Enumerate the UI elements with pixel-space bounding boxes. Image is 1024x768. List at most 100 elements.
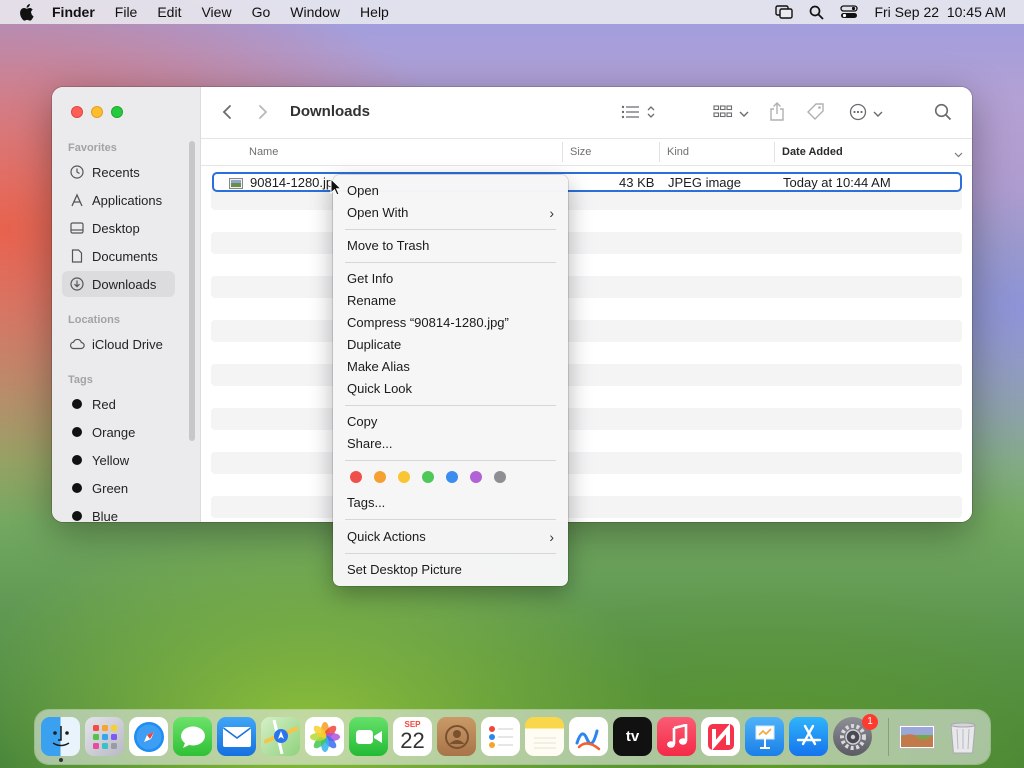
menu-item-quick-actions[interactable]: Quick Actions bbox=[347, 527, 426, 547]
trash-dock-icon[interactable] bbox=[943, 717, 982, 756]
tag-dot-icon bbox=[72, 399, 82, 409]
launchpad-dock-icon[interactable] bbox=[85, 717, 124, 756]
menu-item-open[interactable]: Open bbox=[347, 181, 379, 201]
minimize-window-button[interactable] bbox=[91, 106, 103, 118]
column-header-kind[interactable]: Kind bbox=[667, 146, 689, 158]
tag-gray-button[interactable] bbox=[494, 471, 506, 483]
sidebar-item-recents[interactable]: Recents bbox=[62, 159, 175, 185]
search-button[interactable] bbox=[934, 101, 952, 125]
screen-mirroring-icon[interactable] bbox=[775, 5, 794, 19]
desktop-icon bbox=[69, 220, 85, 236]
tag-purple-button[interactable] bbox=[470, 471, 482, 483]
control-center-icon[interactable] bbox=[840, 5, 859, 19]
tag-blue-button[interactable] bbox=[446, 471, 458, 483]
download-icon bbox=[69, 276, 85, 292]
file-list[interactable]: Name Size Kind Date Added 90814-1280.jp … bbox=[201, 139, 972, 522]
spotlight-search-icon[interactable] bbox=[809, 5, 825, 20]
menu-item-open-with[interactable]: Open With bbox=[347, 203, 554, 223]
menu-item-copy[interactable]: Copy bbox=[347, 412, 377, 432]
sidebar-tag-orange[interactable]: Orange bbox=[62, 419, 175, 445]
notes-dock-icon[interactable] bbox=[525, 717, 564, 756]
menu-item-rename[interactable]: Rename bbox=[347, 291, 396, 311]
column-header-size[interactable]: Size bbox=[570, 146, 591, 158]
menu-go[interactable]: Go bbox=[252, 4, 271, 20]
file-row-selected[interactable]: 90814-1280.jp 43 KB JPEG image Today at … bbox=[212, 172, 962, 192]
edit-tags-button[interactable] bbox=[806, 101, 826, 125]
dock-running-indicator bbox=[59, 758, 63, 762]
apple-menu-icon[interactable] bbox=[18, 3, 38, 21]
sidebar-item-icloud-drive[interactable]: iCloud Drive bbox=[62, 331, 175, 357]
keynote-dock-icon[interactable] bbox=[745, 717, 784, 756]
music-dock-icon[interactable] bbox=[657, 717, 696, 756]
share-icon bbox=[769, 101, 785, 125]
sidebar-tag-green[interactable]: Green bbox=[62, 475, 175, 501]
share-button[interactable] bbox=[769, 101, 785, 125]
mail-dock-icon[interactable] bbox=[217, 717, 256, 756]
photos-dock-icon[interactable] bbox=[305, 717, 344, 756]
menu-item-quick-look[interactable]: Quick Look bbox=[347, 379, 412, 399]
menu-file[interactable]: File bbox=[115, 4, 138, 20]
chevron-down-icon bbox=[739, 106, 749, 121]
menu-item-compress[interactable]: Compress “90814-1280.jpg” bbox=[347, 313, 509, 333]
news-dock-icon[interactable] bbox=[701, 717, 740, 756]
sidebar-tag-yellow[interactable]: Yellow bbox=[62, 447, 175, 473]
menu-item-get-info[interactable]: Get Info bbox=[347, 269, 393, 289]
grid-group-icon bbox=[713, 104, 733, 122]
back-button[interactable] bbox=[221, 101, 233, 125]
tag-dot-icon bbox=[72, 483, 82, 493]
tag-green-button[interactable] bbox=[422, 471, 434, 483]
sidebar-item-applications[interactable]: Applications bbox=[62, 187, 175, 213]
menu-finder[interactable]: Finder bbox=[52, 4, 95, 20]
menu-item-set-desktop-picture[interactable]: Set Desktop Picture bbox=[347, 560, 462, 580]
maps-dock-icon[interactable] bbox=[261, 717, 300, 756]
messages-dock-icon[interactable] bbox=[173, 717, 212, 756]
chevron-updown-icon bbox=[647, 105, 655, 122]
sidebar: Favorites Recents Applications Desktop D… bbox=[52, 87, 201, 522]
menu-item-tags[interactable]: Tags... bbox=[347, 493, 385, 513]
freeform-dock-icon[interactable] bbox=[569, 717, 608, 756]
sidebar-item-label: Recents bbox=[92, 164, 140, 180]
menubar-clock[interactable]: Fri Sep 22 10:45 AM bbox=[874, 4, 1006, 20]
document-icon bbox=[69, 248, 85, 264]
menu-item-duplicate[interactable]: Duplicate bbox=[347, 335, 401, 355]
forward-button[interactable] bbox=[257, 101, 269, 125]
menu-help[interactable]: Help bbox=[360, 4, 389, 20]
action-menu-button[interactable] bbox=[849, 101, 883, 125]
list-view-button[interactable] bbox=[621, 101, 655, 125]
menu-bar: Finder File Edit View Go Window Help Fri… bbox=[0, 0, 1024, 24]
column-header-date-added[interactable]: Date Added bbox=[782, 146, 843, 158]
sidebar-tag-blue[interactable]: Blue bbox=[62, 503, 175, 522]
zoom-window-button[interactable] bbox=[111, 106, 123, 118]
finder-dock-icon[interactable] bbox=[41, 717, 80, 756]
sidebar-item-desktop[interactable]: Desktop bbox=[62, 215, 175, 241]
contacts-dock-icon[interactable] bbox=[437, 717, 476, 756]
calendar-dock-icon[interactable]: SEP 22 bbox=[393, 717, 432, 756]
sidebar-tag-red[interactable]: Red bbox=[62, 391, 175, 417]
sidebar-item-downloads[interactable]: Downloads bbox=[62, 271, 175, 297]
tag-orange-button[interactable] bbox=[374, 471, 386, 483]
menu-item-make-alias[interactable]: Make Alias bbox=[347, 357, 410, 377]
tag-red-button[interactable] bbox=[350, 471, 362, 483]
facetime-dock-icon[interactable] bbox=[349, 717, 388, 756]
ellipsis-circle-icon bbox=[849, 103, 867, 124]
sidebar-item-documents[interactable]: Documents bbox=[62, 243, 175, 269]
apple-tv-dock-icon[interactable]: tv bbox=[613, 717, 652, 756]
sidebar-section-tags: Tags bbox=[68, 374, 93, 386]
dock-divider bbox=[888, 718, 889, 756]
reminders-dock-icon[interactable] bbox=[481, 717, 520, 756]
menu-item-share[interactable]: Share... bbox=[347, 434, 393, 454]
menu-item-move-to-trash[interactable]: Move to Trash bbox=[347, 236, 429, 256]
menu-edit[interactable]: Edit bbox=[157, 4, 181, 20]
app-store-dock-icon[interactable] bbox=[789, 717, 828, 756]
menu-window[interactable]: Window bbox=[290, 4, 340, 20]
sidebar-scrollbar[interactable] bbox=[189, 141, 195, 441]
safari-dock-icon[interactable] bbox=[129, 717, 168, 756]
menu-view[interactable]: View bbox=[201, 4, 231, 20]
tag-yellow-button[interactable] bbox=[398, 471, 410, 483]
menu-separator bbox=[345, 553, 556, 554]
column-header-name[interactable]: Name bbox=[249, 146, 278, 158]
downloaded-image-dock-icon[interactable] bbox=[897, 717, 936, 756]
group-button[interactable] bbox=[713, 101, 749, 125]
sidebar-section-locations: Locations bbox=[68, 314, 120, 326]
close-window-button[interactable] bbox=[71, 106, 83, 118]
